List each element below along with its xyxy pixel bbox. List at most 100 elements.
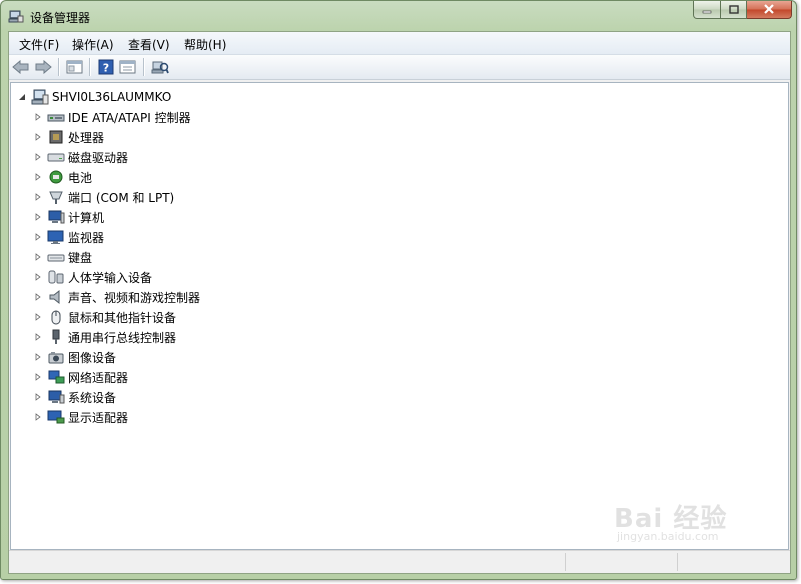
tree-item[interactable]: 监视器 (33, 227, 104, 247)
tree-item-label: 人体学输入设备 (68, 270, 153, 285)
expand-arrow-icon[interactable] (33, 332, 43, 342)
tree-item-label: 鼠标和其他指针设备 (68, 310, 177, 325)
svg-text:?: ? (103, 62, 109, 75)
computer-root-icon (31, 89, 49, 105)
scan-hardware-icon[interactable] (151, 59, 169, 75)
tree-item[interactable]: 电池 (33, 167, 92, 187)
client-area: 文件(F) 操作(A) 查看(V) 帮助(H) ? SHVI0L36LAUMMK… (8, 31, 791, 574)
tree-item-label: 系统设备 (68, 390, 117, 405)
tree-item[interactable]: 计算机 (33, 207, 104, 227)
tree-root[interactable]: SHVI0L36LAUMMKO (17, 87, 171, 107)
expand-arrow-icon[interactable] (33, 252, 43, 262)
menu-view[interactable]: 查看(V) (128, 36, 170, 53)
caption-buttons (693, 1, 792, 20)
title-bar[interactable]: 设备管理器 (1, 1, 796, 31)
tree-item-label: 图像设备 (68, 350, 117, 365)
menu-bar: 文件(F) 操作(A) 查看(V) 帮助(H) (9, 32, 790, 55)
tree-root-label: SHVI0L36LAUMMKO (52, 90, 172, 104)
ide-controller-icon (47, 109, 65, 125)
tree-item-label: IDE ATA/ATAPI 控制器 (68, 110, 191, 125)
keyboard-icon (47, 249, 65, 265)
tree-item-label: 显示适配器 (68, 410, 129, 425)
tree-item-label: 电池 (68, 170, 93, 185)
menu-action[interactable]: 操作(A) (72, 36, 114, 53)
minimize-button[interactable] (693, 1, 721, 19)
expand-arrow-icon[interactable] (33, 152, 43, 162)
tree-item[interactable]: 鼠标和其他指针设备 (33, 307, 176, 327)
tree-item-label: 网络适配器 (68, 370, 129, 385)
battery-icon (47, 169, 65, 185)
forward-arrow-icon[interactable] (34, 59, 52, 75)
close-icon (763, 3, 775, 17)
status-separator (677, 553, 678, 571)
toolbar-separator (89, 58, 91, 76)
tree-item-label: 监视器 (68, 230, 105, 245)
status-separator (565, 553, 566, 571)
hid-icon (47, 269, 65, 285)
menu-help[interactable]: 帮助(H) (184, 36, 226, 53)
tree-item-label: 磁盘驱动器 (68, 150, 129, 165)
maximize-button[interactable] (721, 1, 747, 19)
tree-item[interactable]: 声音、视频和游戏控制器 (33, 287, 200, 307)
tree-item[interactable]: 通用串行总线控制器 (33, 327, 176, 347)
expand-arrow-icon[interactable] (33, 292, 43, 302)
menu-file[interactable]: 文件(F) (19, 36, 59, 53)
network-adapter-icon (47, 369, 65, 385)
close-button[interactable] (747, 1, 792, 19)
expand-arrow-icon[interactable] (33, 232, 43, 242)
tree-item[interactable]: 磁盘驱动器 (33, 147, 128, 167)
monitor-icon (47, 229, 65, 245)
properties-icon[interactable] (66, 59, 84, 75)
collapse-arrow-icon[interactable] (17, 92, 27, 102)
maximize-icon (728, 3, 739, 17)
expand-arrow-icon[interactable] (33, 412, 43, 422)
help-icon[interactable]: ? (97, 59, 115, 75)
device-tree[interactable]: SHVI0L36LAUMMKO IDE ATA/ATAPI 控制器 处理器磁盘驱动… (10, 82, 789, 550)
expand-arrow-icon[interactable] (33, 132, 43, 142)
tree-item-label: 端口 (COM 和 LPT) (68, 190, 175, 205)
tree-item-label: 处理器 (68, 130, 105, 145)
disk-drive-icon (47, 149, 65, 165)
tree-item-label: 键盘 (68, 250, 93, 265)
tree-item[interactable]: 端口 (COM 和 LPT) (33, 187, 174, 207)
toolbar: ? (9, 55, 790, 80)
toolbar-separator (143, 58, 145, 76)
tree-item[interactable]: 图像设备 (33, 347, 116, 367)
status-bar (9, 550, 790, 573)
expand-arrow-icon[interactable] (33, 212, 43, 222)
expand-arrow-icon[interactable] (33, 112, 43, 122)
camera-icon (47, 349, 65, 365)
tree-item-label: 计算机 (68, 210, 105, 225)
device-manager-window: 设备管理器 文件(F) 操作(A) 查看(V) 帮助(H) ? SHVI0L36… (0, 0, 797, 580)
tree-item-label: 通用串行总线控制器 (68, 330, 177, 345)
tree-item[interactable]: 网络适配器 (33, 367, 128, 387)
speaker-icon (47, 289, 65, 305)
expand-arrow-icon[interactable] (33, 312, 43, 322)
usb-icon (47, 329, 65, 345)
port-icon (47, 189, 65, 205)
tree-item[interactable]: 键盘 (33, 247, 92, 267)
expand-arrow-icon[interactable] (33, 272, 43, 282)
back-arrow-icon[interactable] (12, 59, 30, 75)
tree-item[interactable]: 显示适配器 (33, 407, 128, 427)
processor-icon (47, 129, 65, 145)
display-adapter-icon (47, 409, 65, 425)
expand-arrow-icon[interactable] (33, 372, 43, 382)
tree-item[interactable]: 系统设备 (33, 387, 116, 407)
minimize-icon (702, 3, 712, 17)
device-manager-icon (8, 8, 24, 24)
expand-arrow-icon[interactable] (33, 192, 43, 202)
toolbar-separator (58, 58, 60, 76)
expand-arrow-icon[interactable] (33, 392, 43, 402)
expand-arrow-icon[interactable] (33, 352, 43, 362)
window-title: 设备管理器 (30, 11, 91, 25)
system-device-icon (47, 389, 65, 405)
tree-item[interactable]: IDE ATA/ATAPI 控制器 (33, 107, 191, 127)
computer-icon (47, 209, 65, 225)
tree-item[interactable]: 处理器 (33, 127, 104, 147)
mouse-icon (47, 309, 65, 325)
view-icon[interactable] (119, 59, 137, 75)
tree-item[interactable]: 人体学输入设备 (33, 267, 152, 287)
tree-item-label: 声音、视频和游戏控制器 (68, 290, 201, 305)
expand-arrow-icon[interactable] (33, 172, 43, 182)
